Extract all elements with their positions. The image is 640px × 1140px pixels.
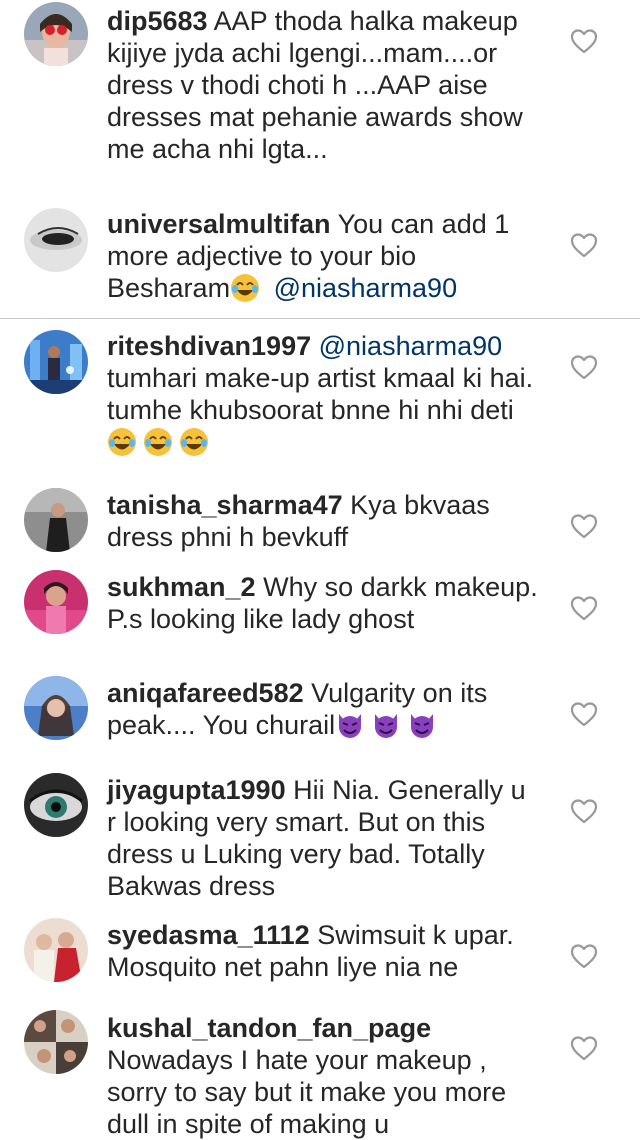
username[interactable]: jiyagupta1990: [107, 775, 286, 805]
username[interactable]: kushal_tandon_fan_page: [107, 1013, 431, 1043]
avatar[interactable]: [24, 773, 88, 837]
comment-text: universalmultifan You can add 1 more adj…: [107, 208, 539, 304]
heart-icon[interactable]: [570, 701, 598, 727]
avatar[interactable]: [24, 676, 88, 740]
comment-text: riteshdivan1997 @niasharma90 tumhari mak…: [107, 330, 539, 458]
mention-link[interactable]: @niasharma90: [274, 273, 458, 303]
heart-icon[interactable]: [570, 1035, 598, 1061]
comment-text: sukhman_2 Why so darkk makeup. P.s looki…: [107, 571, 539, 635]
smiling-imp-emoji-icon: [339, 714, 362, 738]
divider: [0, 318, 640, 319]
comment-body: Nowadays I hate your makeup , sorry to s…: [107, 1045, 507, 1139]
username[interactable]: tanisha_sharma47: [107, 490, 343, 520]
comment-text: kushal_tandon_fan_page Nowadays I hate y…: [107, 1012, 539, 1140]
comment-body: tumhari make-up artist kmaal ki hai. tum…: [107, 363, 534, 425]
comment-text: aniqafareed582 Vulgarity on its peak....…: [107, 677, 539, 741]
avatar[interactable]: [24, 488, 88, 552]
avatar[interactable]: [24, 570, 88, 634]
mention-link[interactable]: @niasharma90: [319, 331, 503, 361]
comment-text: jiyagupta1990 Hii Nia. Generally u r loo…: [107, 774, 539, 902]
username[interactable]: universalmultifan: [107, 209, 331, 239]
joy-emoji-icon: [231, 274, 260, 302]
comment-text: tanisha_sharma47 Kya bkvaas dress phni h…: [107, 489, 539, 553]
avatar[interactable]: [24, 2, 88, 66]
joy-emoji-icon: [144, 428, 172, 456]
comment-text: syedasma_1112 Swimsuit k upar. Mosquito …: [107, 919, 539, 983]
joy-emoji-icon: [108, 428, 136, 456]
smiling-imp-emoji-icon: [375, 714, 398, 738]
username[interactable]: syedasma_1112: [107, 920, 310, 950]
heart-icon[interactable]: [570, 232, 598, 258]
avatar[interactable]: [24, 918, 88, 982]
heart-icon[interactable]: [570, 943, 598, 969]
smiling-imp-emoji-icon: [411, 714, 434, 738]
heart-icon[interactable]: [570, 513, 598, 539]
heart-icon[interactable]: [570, 28, 598, 54]
heart-icon[interactable]: [570, 354, 598, 380]
avatar[interactable]: [24, 330, 88, 394]
username[interactable]: dip5683: [107, 6, 208, 36]
comment-text: dip5683 AAP thoda halka makeup kijiye jy…: [107, 5, 539, 165]
username[interactable]: aniqafareed582: [107, 678, 304, 708]
joy-emoji-icon: [180, 428, 208, 456]
heart-icon[interactable]: [570, 595, 598, 621]
username[interactable]: sukhman_2: [107, 572, 256, 602]
avatar[interactable]: [24, 208, 88, 272]
heart-icon[interactable]: [570, 798, 598, 824]
avatar[interactable]: [24, 1010, 88, 1074]
username[interactable]: riteshdivan1997: [107, 331, 311, 361]
